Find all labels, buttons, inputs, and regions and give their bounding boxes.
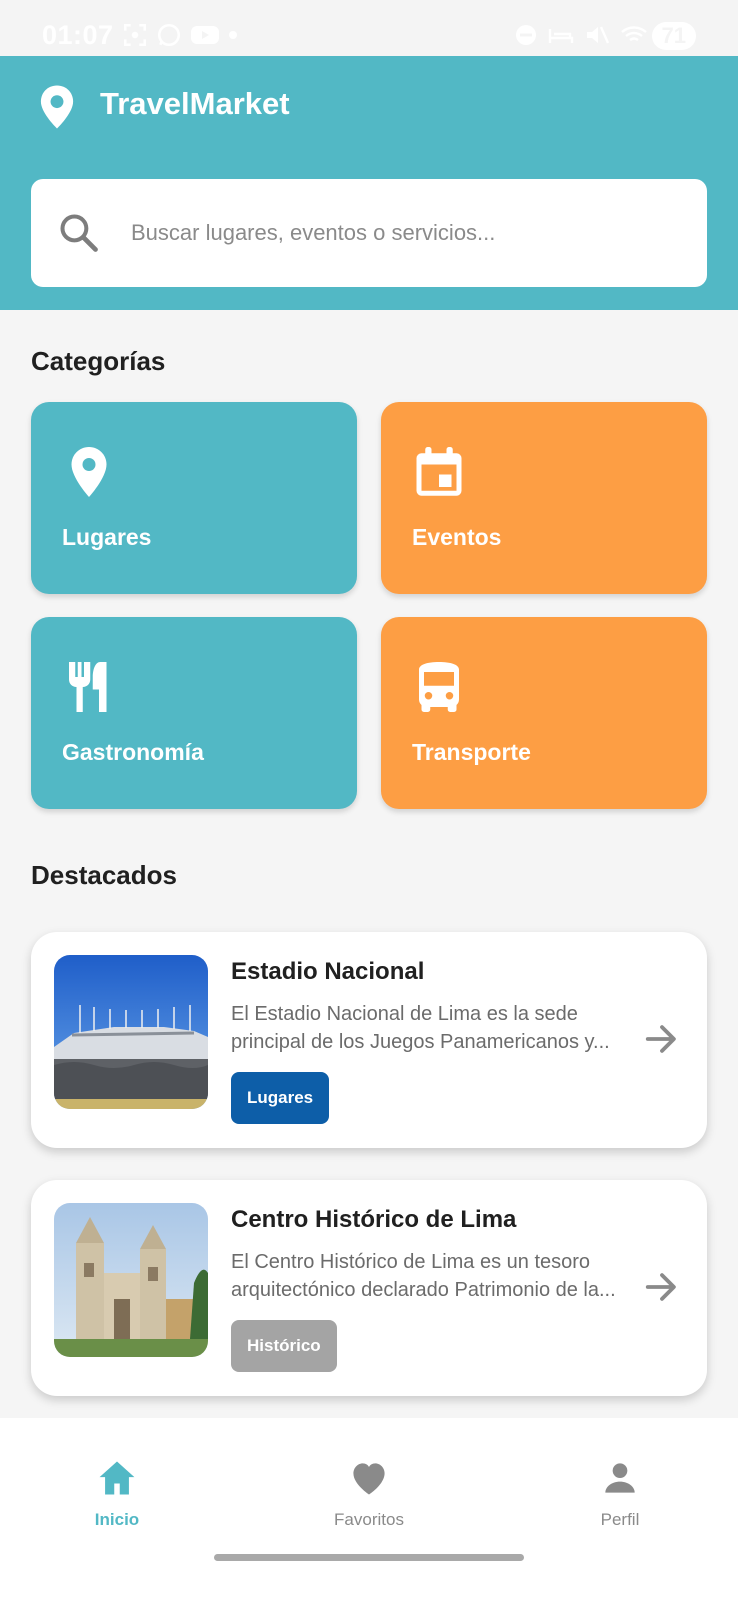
map-pin-icon <box>71 447 107 497</box>
bus-icon <box>419 662 459 712</box>
stadium-image <box>54 955 208 1109</box>
category-label: Transporte <box>412 739 531 765</box>
search-bar[interactable] <box>31 179 707 287</box>
featured-card-description: El Estadio Nacional de Lima es la sede p… <box>231 1003 610 1053</box>
wifi-icon <box>621 26 647 42</box>
nav-item-inicio[interactable]: Inicio <box>47 1456 187 1546</box>
heart-icon <box>353 1463 385 1495</box>
category-card-gastronomia[interactable]: Gastronomía <box>31 617 357 809</box>
arrow-right-icon[interactable] <box>643 1268 681 1306</box>
nav-label: Inicio <box>94 1510 140 1529</box>
app-header: TravelMarket <box>0 56 738 310</box>
screenshot-icon <box>123 23 147 47</box>
category-label: Gastronomía <box>62 739 204 765</box>
brand-map-pin-icon <box>40 85 74 129</box>
home-indicator <box>214 1554 524 1561</box>
featured-title: Destacados <box>31 860 177 890</box>
stadium-thumbnail <box>54 955 208 1109</box>
arrow-right-icon[interactable] <box>643 1020 681 1058</box>
featured-card-description: El Centro Histórico de Lima es un tesoro… <box>231 1251 616 1301</box>
category-tag: Histórico <box>231 1320 337 1372</box>
app-title: TravelMarket <box>100 86 290 121</box>
dot-icon <box>229 31 237 39</box>
home-icon <box>99 1461 135 1495</box>
person-icon <box>605 1463 635 1493</box>
categories-title: Categorías <box>31 346 166 376</box>
search-input[interactable] <box>131 209 671 257</box>
search-icon <box>60 214 98 252</box>
fork-knife-icon <box>69 662 107 712</box>
status-notification-icons <box>122 20 238 50</box>
category-tag: Lugares <box>231 1072 330 1124</box>
whatsapp-icon <box>157 23 181 47</box>
youtube-icon <box>191 26 219 44</box>
featured-card-estadio-nacional[interactable]: Estadio Nacional El Estadio Nacional de … <box>31 932 707 1148</box>
category-card-lugares[interactable]: Lugares <box>31 402 357 594</box>
mute-icon <box>587 26 610 44</box>
category-card-eventos[interactable]: Eventos <box>381 402 707 594</box>
category-label: Lugares <box>62 524 152 550</box>
do-not-disturb-icon <box>516 25 536 45</box>
nav-label: Favoritos <box>334 1510 404 1529</box>
cathedral-image <box>54 1203 208 1357</box>
category-label: Eventos <box>412 524 502 550</box>
category-card-transporte[interactable]: Transporte <box>381 617 707 809</box>
nav-item-perfil[interactable]: Perfil <box>550 1456 690 1546</box>
bottom-navigation: Inicio Favoritos Perfil <box>0 1418 738 1600</box>
bed-icon <box>548 29 574 43</box>
status-bar: 01:07 71 <box>0 0 738 56</box>
cathedral-thumbnail <box>54 1203 208 1357</box>
status-time: 01:07 <box>42 20 114 50</box>
featured-card-title: Estadio Nacional <box>231 958 425 985</box>
nav-label: Perfil <box>600 1510 640 1529</box>
featured-card-title: Centro Histórico de Lima <box>231 1206 517 1233</box>
battery-level: 71 <box>651 22 696 50</box>
featured-card-centro-historico[interactable]: Centro Histórico de Lima El Centro Histó… <box>31 1180 707 1396</box>
nav-item-favoritos[interactable]: Favoritos <box>299 1456 439 1546</box>
calendar-icon <box>416 447 462 496</box>
